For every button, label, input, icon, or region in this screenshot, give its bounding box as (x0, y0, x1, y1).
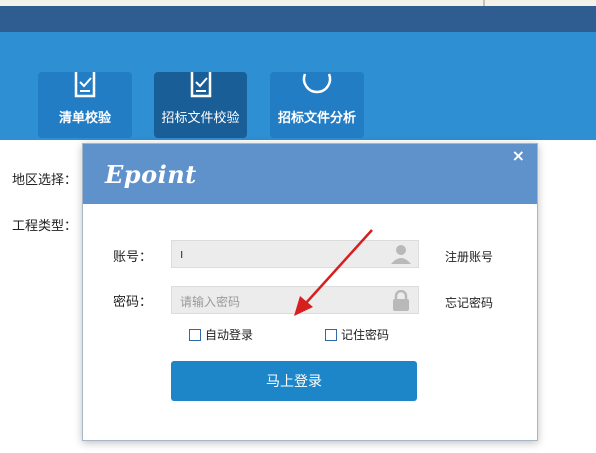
bill-check-label: 清单校验 (58, 111, 111, 126)
epoint-logo: Epoint (105, 160, 197, 189)
auto-login-checkbox[interactable]: 自动登录 (189, 326, 253, 343)
tender-doc-analysis-button[interactable]: 招标文件分析 (270, 72, 364, 138)
remember-password-label: 记住密码 (341, 328, 390, 342)
auto-login-checkbox-box[interactable] (189, 328, 201, 341)
document-check-icon (74, 72, 96, 98)
register-account-link[interactable]: 注册账号 (445, 248, 493, 265)
password-label: 密码： (113, 295, 153, 310)
remember-password-checkbox-box[interactable] (325, 328, 337, 341)
title-bar (0, 6, 596, 32)
login-dialog-header: Epoint × (83, 144, 537, 204)
remember-password-checkbox[interactable]: 记住密码 (325, 326, 389, 343)
project-type-label: 工程类型： (12, 219, 78, 234)
password-placeholder: 请输入密码 (180, 295, 241, 309)
password-input[interactable]: 请输入密码 (171, 286, 419, 314)
account-input-value: ı (180, 247, 184, 261)
tender-doc-analysis-label: 招标文件分析 (277, 111, 356, 126)
analysis-ring-icon (302, 73, 332, 94)
login-dialog: Epoint × 账号： ı 注册账号 密码： 请输入密码 忘记密码 自动登录 … (82, 143, 538, 441)
forgot-password-link[interactable]: 忘记密码 (445, 294, 493, 311)
tender-doc-check-button[interactable]: 招标文件校验 (154, 72, 247, 138)
account-input[interactable]: ı (171, 240, 419, 268)
bill-check-button[interactable]: 清单校验 (38, 72, 132, 138)
close-button[interactable]: × (512, 148, 525, 164)
region-select-label: 地区选择： (12, 173, 78, 188)
document-check-icon (190, 72, 211, 98)
tender-doc-check-label: 招标文件校验 (161, 111, 240, 126)
user-icon (391, 245, 411, 264)
account-label: 账号： (113, 250, 153, 265)
login-button[interactable]: 马上登录 (171, 361, 417, 401)
auto-login-label: 自动登录 (205, 328, 254, 342)
lock-icon (393, 290, 409, 311)
